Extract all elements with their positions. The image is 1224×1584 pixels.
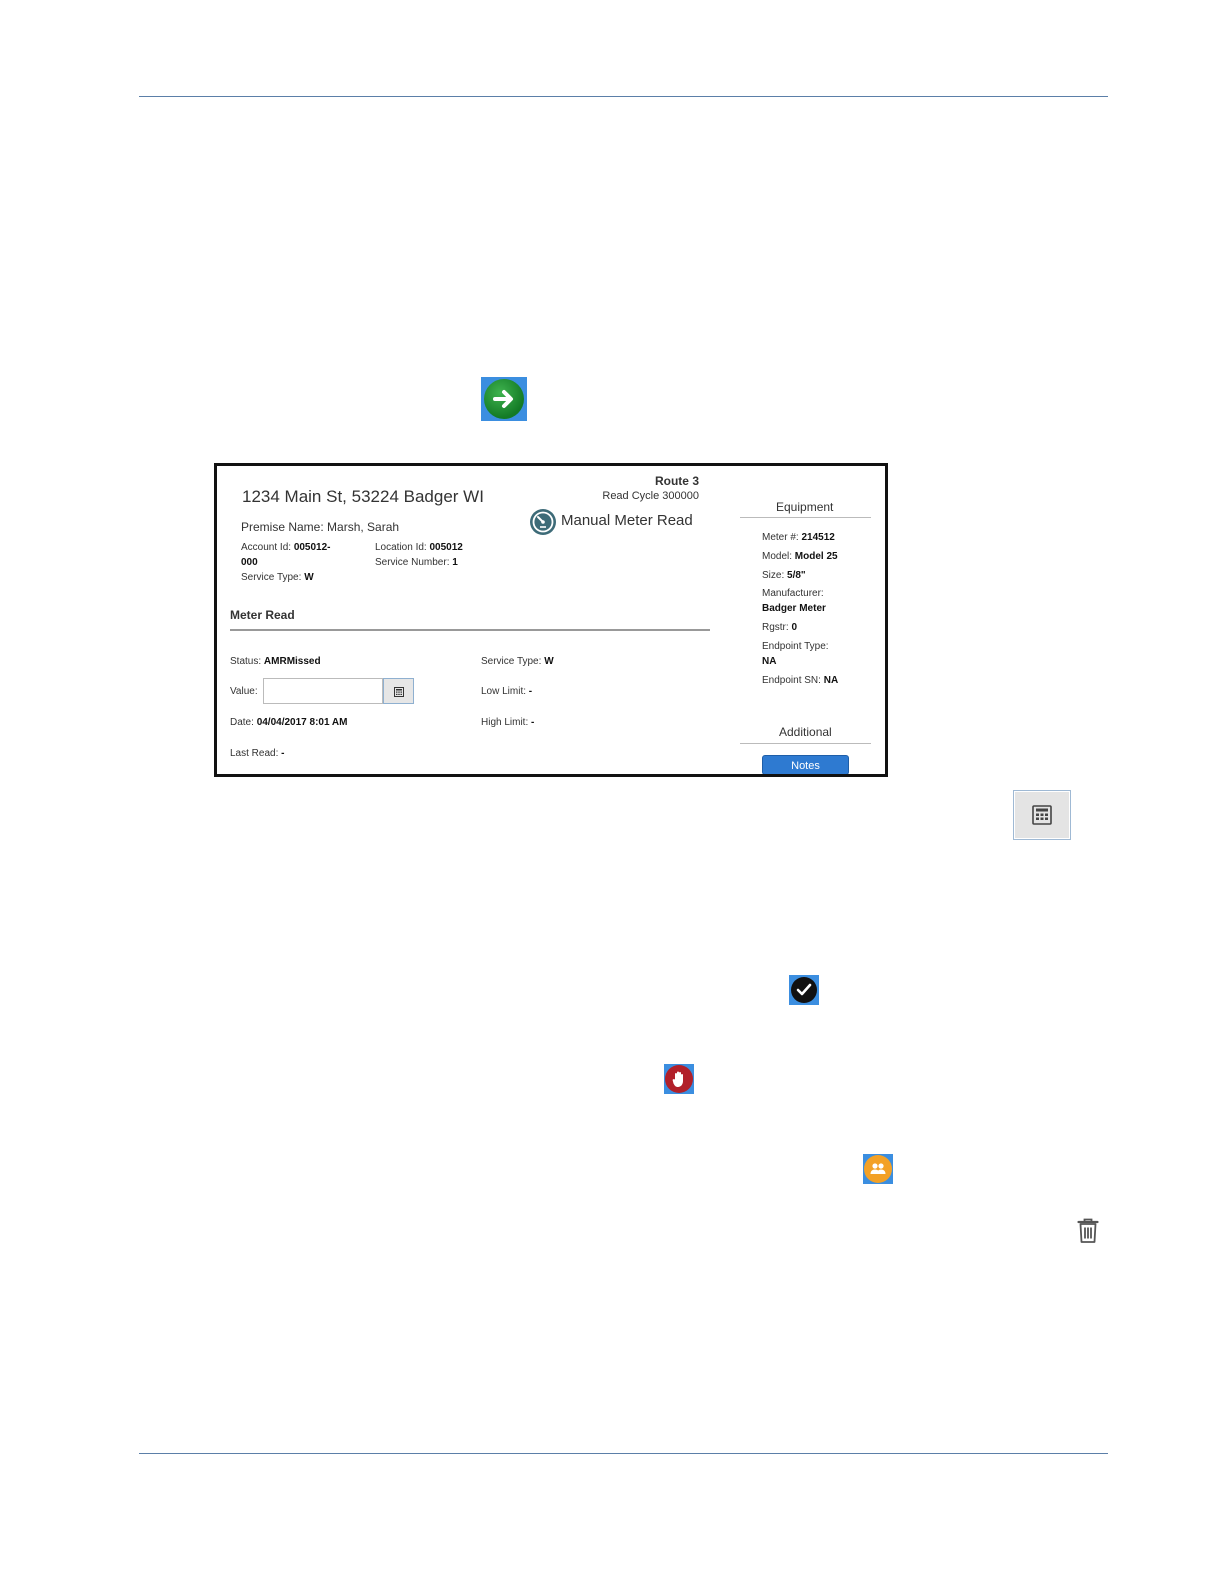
read-type-label: Manual Meter Read <box>561 512 693 529</box>
header-rule <box>139 96 1108 97</box>
register-field: Rgstr: 0 <box>762 622 798 633</box>
calculator-button[interactable] <box>383 678 414 704</box>
location-id: Location Id: 005012 <box>375 542 463 553</box>
manufacturer-label: Manufacturer: <box>762 588 824 599</box>
equipment-heading: Equipment <box>776 500 834 514</box>
meter-read-heading: Meter Read <box>230 608 295 622</box>
endpoint-type-label: Endpoint Type: <box>762 641 829 652</box>
read-cycle-label: Read Cycle 300000 <box>602 490 699 502</box>
manual-meter-read-screenshot: 1234 Main St, 53224 Badger WI Route 3 Re… <box>214 463 888 777</box>
premise-name: Premise Name: Marsh, Sarah <box>241 520 400 534</box>
account-id-cont: 000 <box>241 557 258 568</box>
service-type: Service Type: W <box>241 572 314 583</box>
low-limit-field: Low Limit: - <box>481 686 533 697</box>
route-label: Route 3 <box>654 474 699 488</box>
notes-button[interactable]: Notes <box>762 755 849 774</box>
additional-heading: Additional <box>779 725 832 739</box>
value-label: Value: <box>230 686 258 697</box>
value-input[interactable] <box>263 678 383 704</box>
stop-hand-icon <box>664 1064 694 1094</box>
endpoint-sn-field: Endpoint SN: NA <box>762 675 839 686</box>
service-type-field: Service Type: W <box>481 656 554 667</box>
account-id: Account Id: 005012- <box>241 542 331 553</box>
trash-icon <box>1077 1218 1099 1243</box>
meter-model: Model: Model 25 <box>762 551 838 562</box>
meter-gauge-icon <box>530 509 556 535</box>
service-number: Service Number: 1 <box>375 557 458 568</box>
last-read-field: Last Read: - <box>230 748 285 759</box>
date-field: Date: 04/04/2017 8:01 AM <box>230 717 348 728</box>
equipment-divider <box>740 517 871 518</box>
manufacturer-value: Badger Meter <box>762 603 826 614</box>
meter-size: Size: 5/8" <box>762 570 806 581</box>
additional-divider <box>740 743 871 744</box>
check-circle-icon <box>789 975 819 1005</box>
status-field: Status: AMRMissed <box>230 656 321 667</box>
meter-number: Meter #: 214512 <box>762 532 835 543</box>
people-icon <box>863 1154 893 1184</box>
calculator-icon <box>1013 790 1071 840</box>
footer-rule <box>139 1453 1108 1454</box>
meter-read-divider <box>230 629 710 631</box>
endpoint-type-value: NA <box>762 656 777 667</box>
premise-address: 1234 Main St, 53224 Badger WI <box>242 487 484 506</box>
calculator-icon <box>394 687 404 697</box>
high-limit-field: High Limit: - <box>481 717 535 728</box>
arrow-right-circle-icon <box>481 377 527 421</box>
